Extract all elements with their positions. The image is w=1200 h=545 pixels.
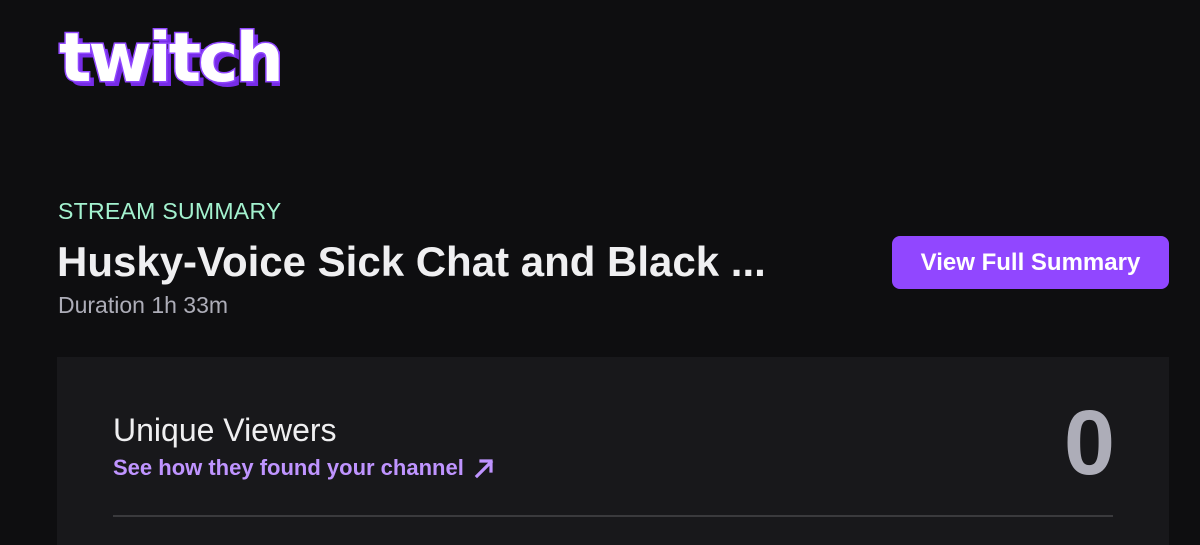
- divider: [113, 515, 1113, 517]
- found-channel-link-text[interactable]: See how they found your channel: [113, 455, 464, 481]
- email-page: twitch twitch STREAM SUMMARY Husky-Voice…: [0, 0, 1200, 545]
- metric-value-unique-viewers: 0: [1063, 392, 1115, 494]
- metric-label-unique-viewers: Unique Viewers: [113, 412, 337, 448]
- found-channel-link[interactable]: See how they found your channel: [113, 455, 496, 481]
- section-kicker: STREAM SUMMARY: [58, 198, 282, 224]
- stream-title: Husky-Voice Sick Chat and Black ...: [57, 238, 766, 285]
- arrow-up-right-icon: [474, 459, 494, 479]
- twitch-logo: twitch twitch: [58, 20, 281, 100]
- stream-duration: Duration 1h 33m: [58, 292, 229, 318]
- metric-card: Unique Viewers See how they found your c…: [57, 357, 1169, 545]
- view-full-summary-button[interactable]: View Full Summary: [892, 236, 1169, 289]
- svg-text:twitch: twitch: [59, 20, 280, 98]
